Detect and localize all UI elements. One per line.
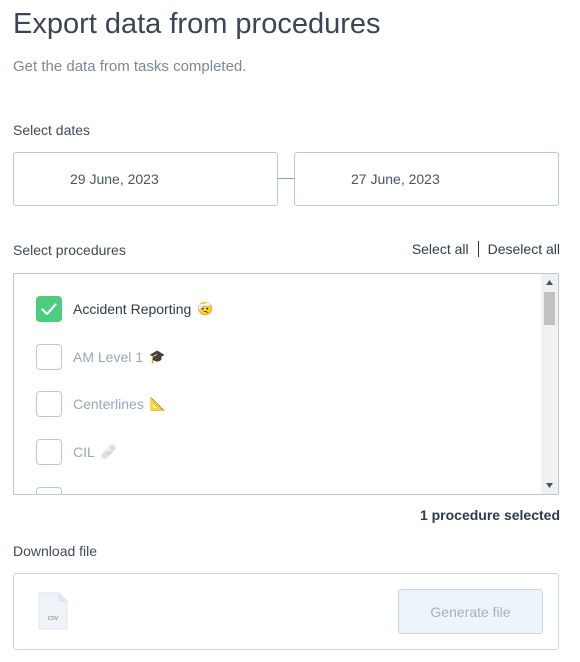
- file-type-text: csv: [48, 615, 59, 622]
- procedure-checkbox[interactable]: [36, 344, 62, 370]
- selected-count: 1 procedure selected: [419, 507, 560, 523]
- procedure-checkbox[interactable]: [36, 487, 62, 494]
- checkmark-icon: [41, 302, 57, 315]
- procedure-checkbox[interactable]: [36, 439, 62, 465]
- page-title: Export data from procedures: [13, 8, 381, 40]
- procedure-item[interactable]: Centerlines 📐: [36, 391, 166, 417]
- select-procedures-label: Select procedures: [13, 242, 126, 258]
- select-dates-label: Select dates: [13, 122, 91, 138]
- procedure-item[interactable]: Accident Reporting 🤕: [36, 296, 213, 322]
- deselect-all-link[interactable]: Deselect all: [488, 241, 560, 257]
- generate-file-button[interactable]: Generate file: [398, 589, 543, 634]
- end-date-field[interactable]: 27 June, 2023: [294, 152, 559, 206]
- download-file-label: Download file: [13, 543, 98, 559]
- triangle-ruler-icon: 📐: [149, 396, 167, 411]
- procedure-label: CIL: [73, 444, 95, 460]
- bandage-icon: 🩹: [100, 444, 117, 459]
- end-date-value: 27 June, 2023: [351, 171, 440, 187]
- download-panel: csv Generate file: [13, 573, 559, 650]
- select-all-link[interactable]: Select all: [412, 241, 469, 257]
- procedures-list[interactable]: Accident Reporting 🤕 AM Level 1 🎓 Center…: [13, 273, 559, 495]
- procedure-item[interactable]: CIL 🩹: [36, 439, 117, 465]
- csv-file-icon: csv: [38, 592, 68, 635]
- date-range-connector: [278, 178, 294, 179]
- scrollbar-thumb[interactable]: [544, 292, 555, 325]
- scroll-up-icon[interactable]: [541, 274, 558, 291]
- procedure-checkbox[interactable]: [36, 391, 62, 417]
- procedure-checkbox[interactable]: [36, 296, 62, 322]
- head-bandage-icon: 🤕: [197, 301, 214, 316]
- start-date-value: 29 June, 2023: [70, 171, 159, 187]
- procedure-item[interactable]: AM Level 1 🎓: [36, 344, 165, 370]
- procedure-label: Centerlines: [73, 396, 144, 412]
- procedures-list-viewport: Accident Reporting 🤕 AM Level 1 🎓 Center…: [14, 274, 541, 494]
- procedure-item[interactable]: [36, 487, 62, 494]
- procedure-label: AM Level 1: [73, 349, 144, 365]
- page-subtitle: Get the data from tasks completed.: [13, 58, 247, 75]
- procedure-label: Accident Reporting: [73, 301, 192, 317]
- list-scrollbar[interactable]: [541, 274, 558, 494]
- graduation-cap-icon: 🎓: [149, 349, 166, 364]
- link-divider: [477, 241, 479, 257]
- scroll-down-icon[interactable]: [541, 477, 558, 494]
- selection-links: Select all Deselect all: [412, 241, 560, 257]
- start-date-field[interactable]: 29 June, 2023: [13, 152, 278, 206]
